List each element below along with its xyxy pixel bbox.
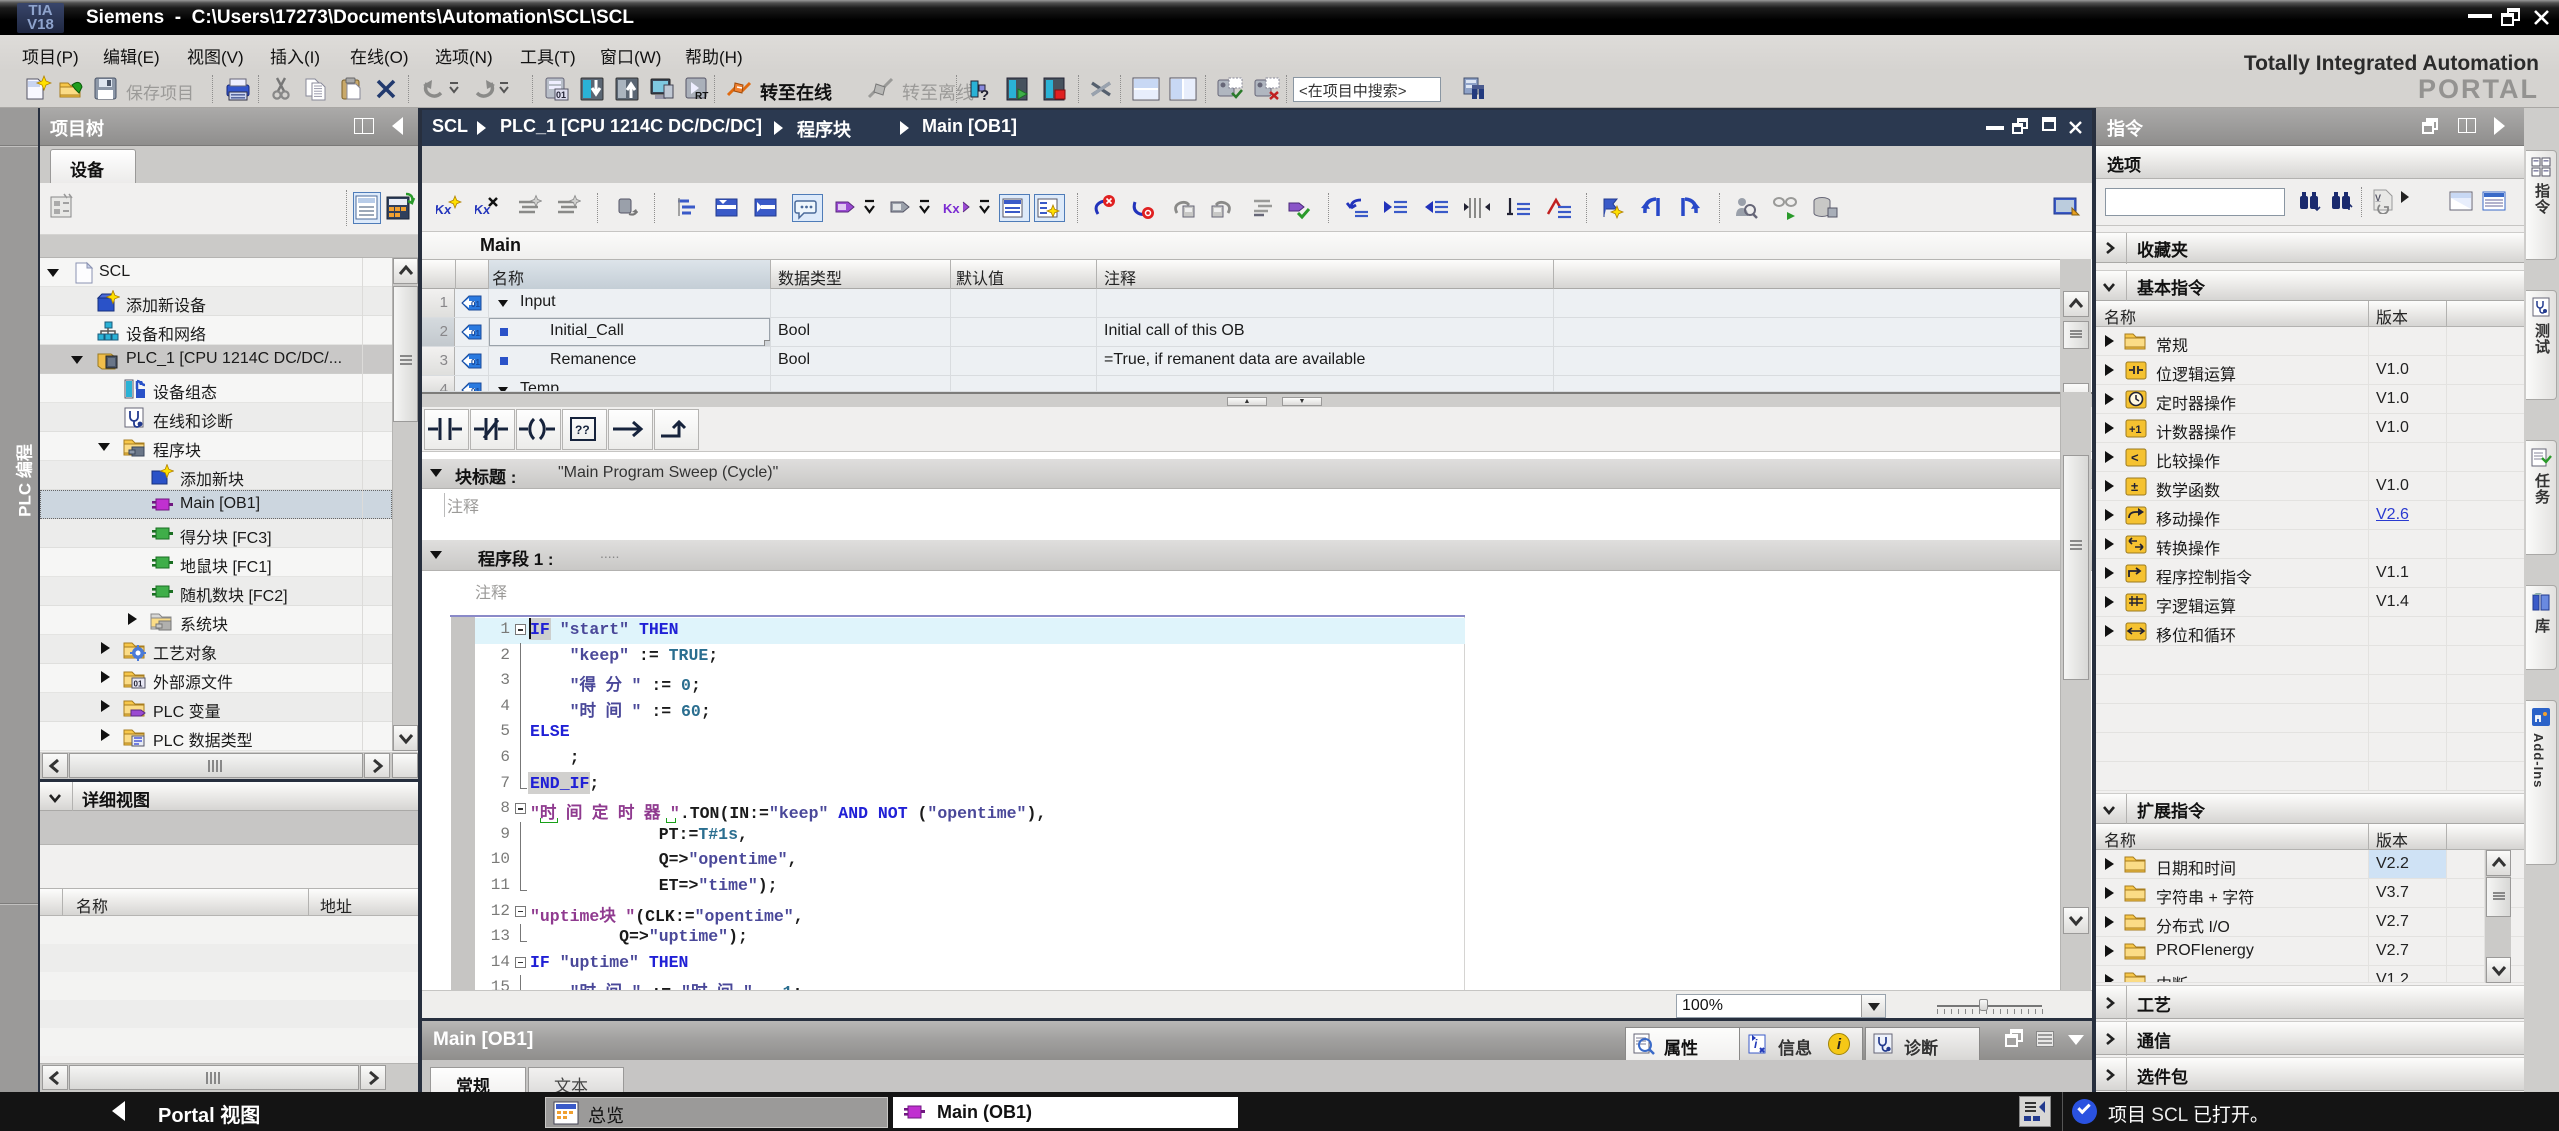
- svg-text:01: 01: [471, 329, 480, 338]
- svg-text:RT: RT: [695, 91, 708, 102]
- svg-text:V̲: V̲: [2375, 193, 2381, 203]
- svg-text:?: ?: [980, 87, 989, 103]
- svg-text:±: ±: [2131, 479, 2138, 494]
- svg-text:Kх: Kх: [943, 201, 960, 216]
- svg-text:<: <: [2131, 450, 2139, 465]
- svg-text:+1: +1: [2129, 424, 2142, 436]
- svg-text:Kх: Kх: [436, 202, 453, 217]
- svg-text:01: 01: [471, 300, 480, 309]
- svg-text:01: 01: [556, 90, 566, 100]
- svg-text:01: 01: [134, 680, 143, 689]
- svg-text:??: ??: [575, 423, 590, 437]
- svg-text:01: 01: [471, 358, 480, 367]
